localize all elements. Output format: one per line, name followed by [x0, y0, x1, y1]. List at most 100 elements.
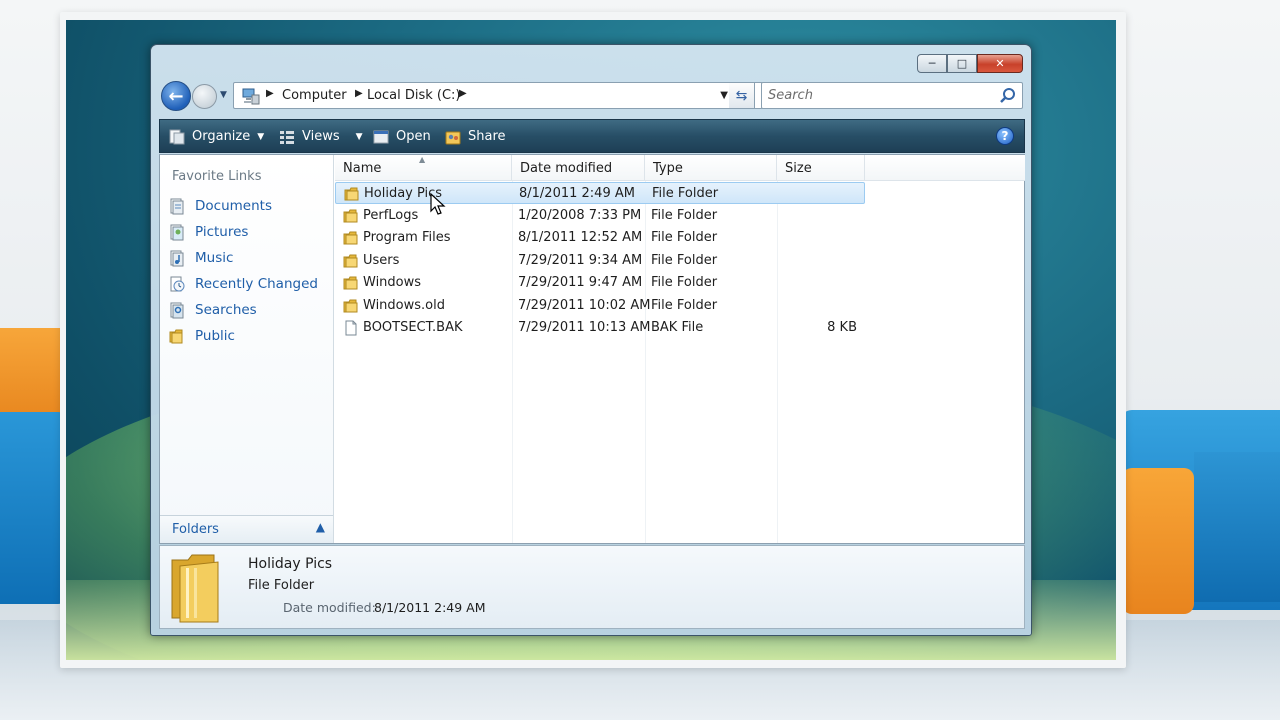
file-date-modified: 8/1/2011 2:49 AM [519, 186, 635, 201]
favorite-link-searches[interactable]: Searches [166, 298, 330, 322]
favorite-links-heading: Favorite Links [172, 169, 262, 184]
favorite-link-pictures[interactable]: Pictures [166, 220, 330, 244]
details-item-type: File Folder [248, 578, 315, 593]
chevron-down-icon: ▼ [355, 131, 363, 142]
pictures-icon [170, 224, 184, 241]
explorer-window: ─ □ ✕ ← ▼ ▶ Computer ▶ Local Disk (C:) ▶… [150, 44, 1032, 636]
share-button[interactable]: Share [444, 120, 506, 153]
file-name: Windows [363, 275, 422, 290]
music-icon [170, 250, 184, 267]
favorite-link-documents[interactable]: Documents [166, 194, 330, 218]
column-header: Name ▲ Date modified Type Size [335, 155, 1025, 181]
navigation-pane: Favorite Links Documents Pictures Music … [160, 155, 334, 543]
details-date-modified-value: 8/1/2011 2:49 AM [374, 600, 486, 615]
help-icon: ? [1001, 129, 1009, 143]
views-button[interactable]: Views ▼ [278, 120, 363, 153]
minimize-icon: ─ [928, 57, 936, 70]
search-icon[interactable] [999, 87, 1017, 105]
close-button[interactable]: ✕ [977, 54, 1023, 73]
file-type: File Folder [651, 207, 718, 223]
breadcrumb-local-disk[interactable]: Local Disk (C:) [367, 88, 460, 103]
file-type: File Folder [651, 275, 718, 290]
search-placeholder: Search [768, 88, 813, 103]
file-name: Program Files [363, 230, 451, 245]
file-row[interactable]: PerfLogs 1/20/2008 7:33 PM File Folder [335, 205, 865, 227]
recently-changed-icon [170, 276, 185, 292]
background-blue-chair-left [0, 412, 66, 604]
folder-icon [343, 299, 358, 312]
folders-label: Folders [172, 522, 219, 537]
open-button[interactable]: Open [372, 120, 431, 153]
folder-icon [343, 231, 358, 245]
close-icon: ✕ [995, 57, 1005, 70]
file-type: File Folder [652, 186, 719, 201]
file-name: Users [363, 252, 400, 268]
favorite-link-public[interactable]: Public [166, 324, 330, 348]
file-row[interactable]: Windows 7/29/2011 9:47 AM File Folder [335, 272, 865, 294]
file-row[interactable]: Users 7/29/2011 9:34 AM File Folder [335, 250, 865, 272]
maximize-icon: □ [956, 57, 968, 70]
column-header-date[interactable]: Date modified [512, 155, 645, 181]
searches-icon [170, 302, 184, 319]
file-type: File Folder [651, 297, 718, 313]
file-type: File Folder [651, 230, 718, 245]
organize-icon [169, 129, 185, 144]
favorite-link-music[interactable]: Music [166, 246, 330, 270]
mouse-pointer-icon [430, 193, 446, 215]
chevron-up-icon: ▲ [315, 520, 325, 534]
file-type: File Folder [651, 252, 718, 268]
file-date-modified: 8/1/2011 12:52 AM [518, 230, 643, 245]
sort-ascending-icon: ▲ [419, 155, 426, 164]
open-icon [373, 130, 389, 143]
file-type: BAK File [651, 320, 704, 335]
refresh-icon: ⇆ [735, 87, 748, 104]
breadcrumb-computer[interactable]: Computer [282, 88, 347, 103]
minimize-button[interactable]: ─ [917, 54, 947, 73]
favorite-link-recently-changed[interactable]: Recently Changed [166, 272, 330, 296]
file-row[interactable]: BOOTSECT.BAK 7/29/2011 10:13 AM BAK File 8 … [335, 317, 865, 339]
folders-toggle[interactable]: Folders ▲ [160, 515, 333, 543]
documents-icon [170, 198, 184, 215]
command-bar: Organize ▼ Views ▼ Open Share ? [159, 119, 1025, 153]
back-button[interactable]: ← [161, 81, 191, 111]
file-date-modified: 7/29/2011 9:34 AM [518, 252, 643, 268]
details-date-modified-label: Date modified: [283, 600, 376, 615]
recent-pages-dropdown[interactable]: ▼ [220, 90, 227, 100]
share-icon [445, 131, 461, 144]
address-bar[interactable]: ▶ Computer ▶ Local Disk (C:) ▶ ▼ [233, 82, 763, 109]
file-row[interactable]: Program Files 8/1/2011 12:52 AM File Folde… [335, 227, 865, 249]
navigation-bar: ← ▼ ▶ Computer ▶ Local Disk (C:) ▶ ▼ ⇆ S… [159, 79, 1025, 115]
column-header-size[interactable]: Size [777, 155, 865, 181]
breadcrumb-separator[interactable]: ▶ [459, 88, 467, 99]
title-bar[interactable]: ─ □ ✕ [151, 45, 1031, 79]
address-dropdown[interactable]: ▼ [720, 90, 728, 101]
search-input[interactable]: Search [761, 82, 1023, 109]
file-size: 8 KB [827, 320, 857, 335]
refresh-button[interactable]: ⇆ [729, 82, 755, 109]
breadcrumb-separator[interactable]: ▶ [355, 88, 363, 99]
background-blue-sofa-right-back [1194, 452, 1280, 602]
computer-icon [242, 88, 260, 105]
chevron-down-icon: ▼ [257, 131, 265, 142]
help-button[interactable]: ? [996, 127, 1014, 145]
file-row[interactable]: Holiday Pics 8/1/2011 2:49 AM File Folder [335, 182, 865, 204]
file-icon [345, 320, 357, 336]
folder-icon [169, 329, 183, 344]
details-pane: Holiday Pics File Folder Date modified: … [159, 545, 1025, 629]
file-date-modified: 7/29/2011 9:47 AM [518, 275, 643, 290]
forward-button[interactable] [192, 84, 217, 109]
background-orange-cube-right [1122, 468, 1194, 614]
file-date-modified: 7/29/2011 10:02 AM [518, 297, 651, 313]
breadcrumb-separator[interactable]: ▶ [266, 88, 274, 99]
explorer-body: Favorite Links Documents Pictures Music … [159, 154, 1025, 544]
organize-button[interactable]: Organize ▼ [168, 120, 264, 153]
column-header-type[interactable]: Type [645, 155, 777, 181]
file-name: BOOTSECT.BAK [363, 320, 463, 335]
folder-large-icon [171, 554, 219, 623]
file-date-modified: 7/29/2011 10:13 AM [518, 320, 651, 335]
maximize-button[interactable]: □ [947, 54, 977, 73]
file-date-modified: 1/20/2008 7:33 PM [518, 207, 642, 223]
file-row[interactable]: Windows.old 7/29/2011 10:02 AM File Folder [335, 295, 865, 317]
caption-buttons: ─ □ ✕ [917, 54, 1023, 73]
details-item-name: Holiday Pics [248, 556, 333, 572]
